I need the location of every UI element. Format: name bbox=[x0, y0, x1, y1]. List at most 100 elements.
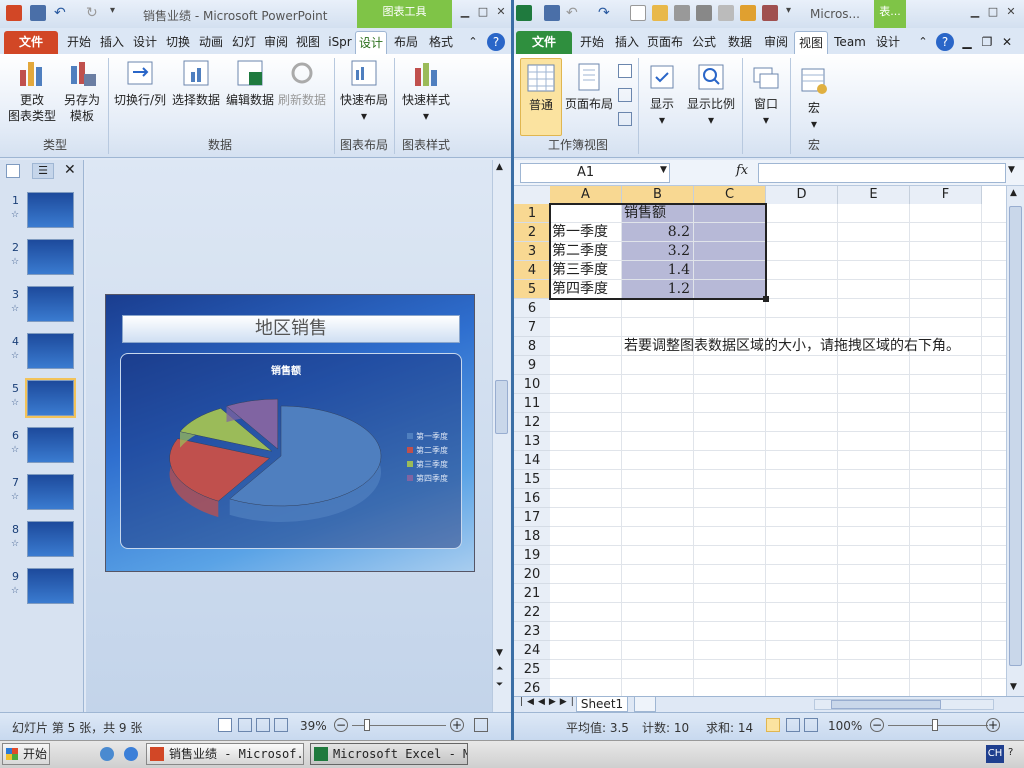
scrollbar-thumb[interactable] bbox=[1009, 206, 1022, 666]
qat-customize-icon[interactable]: ▾ bbox=[110, 5, 126, 21]
refresh-data-button[interactable]: 刷新数据 bbox=[276, 58, 328, 108]
redo-icon[interactable]: ↷ bbox=[598, 5, 614, 21]
tab-ispring[interactable]: iSpr bbox=[325, 31, 355, 54]
save-icon[interactable] bbox=[544, 5, 560, 21]
scrollbar-thumb[interactable] bbox=[495, 380, 508, 434]
quick-layout-button[interactable]: 快速布局 ▾ bbox=[338, 58, 390, 124]
insert-function-icon[interactable]: fx bbox=[736, 163, 748, 178]
close-icon[interactable]: ✕ bbox=[1004, 6, 1018, 18]
minimize-icon[interactable]: ▁ bbox=[458, 6, 472, 18]
tab-transitions[interactable]: 切换 bbox=[163, 31, 193, 54]
row-header[interactable]: 14 bbox=[514, 451, 550, 470]
select-data-button[interactable]: 选择数据 bbox=[170, 58, 222, 108]
tab-review[interactable]: 审阅 bbox=[261, 31, 291, 54]
expand-formula-bar-icon[interactable]: ▼ bbox=[1008, 165, 1015, 175]
quick-style-button[interactable]: 快速样式 ▾ bbox=[398, 58, 454, 124]
row-header[interactable]: 13 bbox=[514, 432, 550, 451]
page-layout-view-button[interactable]: 页面布局 bbox=[564, 58, 614, 112]
tab-slideshow[interactable]: 幻灯 bbox=[229, 31, 259, 54]
undo-icon[interactable]: ↶ bbox=[566, 5, 582, 21]
tab-formulas[interactable]: 公式 bbox=[688, 31, 720, 54]
previous-slide-icon[interactable]: ⏶ bbox=[496, 664, 503, 674]
switch-row-column-button[interactable]: 切换行/列 bbox=[112, 58, 168, 108]
save-as-template-button[interactable]: 另存为 模板 bbox=[60, 58, 104, 124]
zoom-button[interactable]: 显示比例 ▾ bbox=[684, 58, 738, 128]
tab-view[interactable]: 视图 bbox=[794, 31, 828, 54]
ie-icon[interactable] bbox=[124, 747, 138, 761]
row-header[interactable]: 23 bbox=[514, 622, 550, 641]
scroll-up-icon[interactable]: ▲ bbox=[1010, 188, 1017, 198]
scroll-down-icon[interactable]: ▼ bbox=[1010, 682, 1017, 692]
tab-design[interactable]: 设计 bbox=[130, 31, 160, 54]
tab-file[interactable]: 文件 bbox=[516, 31, 572, 54]
undo-icon[interactable]: ↶ bbox=[54, 5, 70, 21]
reading-view-icon[interactable] bbox=[256, 718, 270, 732]
select-all-corner[interactable] bbox=[514, 186, 550, 204]
help-icon[interactable]: ? bbox=[487, 33, 505, 51]
row-header[interactable]: 1 bbox=[514, 204, 550, 223]
zoom-out-icon[interactable]: − bbox=[870, 718, 884, 732]
horizontal-scrollbar-thumb[interactable] bbox=[831, 700, 941, 709]
column-header[interactable]: F bbox=[910, 186, 982, 204]
name-box[interactable]: A1 bbox=[520, 163, 670, 183]
row-header[interactable]: 16 bbox=[514, 489, 550, 508]
workbook-close-icon[interactable]: ✕ bbox=[1000, 31, 1014, 54]
tab-review[interactable]: 审阅 bbox=[760, 31, 792, 54]
tab-animations[interactable]: 动画 bbox=[196, 31, 226, 54]
macro-icon[interactable] bbox=[762, 5, 778, 21]
minimize-icon[interactable]: ▁ bbox=[968, 6, 982, 18]
name-box-dropdown-icon[interactable]: ▼ bbox=[660, 165, 667, 175]
chart-icon[interactable] bbox=[740, 5, 756, 21]
slide-thumbnail[interactable] bbox=[27, 568, 74, 604]
tab-home[interactable]: 开始 bbox=[576, 31, 608, 54]
row-header[interactable]: 10 bbox=[514, 375, 550, 394]
quick-launch-icon[interactable] bbox=[100, 747, 114, 761]
slides-tab-icon[interactable] bbox=[6, 164, 20, 178]
print-preview-icon[interactable] bbox=[674, 5, 690, 21]
tab-page-layout[interactable]: 页面布 bbox=[646, 31, 684, 54]
row-header[interactable]: 8 bbox=[514, 337, 550, 356]
chart-frame[interactable]: 销售额 第一季度 第二季度 第三季度 第四季度 bbox=[120, 353, 462, 549]
page-layout-status-icon[interactable] bbox=[786, 718, 800, 732]
fit-to-window-icon[interactable] bbox=[474, 718, 488, 732]
column-header[interactable]: B bbox=[622, 186, 694, 204]
change-chart-type-button[interactable]: 更改 图表类型 bbox=[6, 58, 58, 124]
slideshow-icon[interactable] bbox=[274, 718, 288, 732]
pie-chart[interactable] bbox=[131, 376, 401, 536]
zoom-slider-thumb[interactable] bbox=[932, 719, 938, 731]
formula-input[interactable] bbox=[758, 163, 1006, 183]
row-header[interactable]: 21 bbox=[514, 584, 550, 603]
slide-thumbnail[interactable] bbox=[27, 427, 74, 463]
qat-customize-icon[interactable]: ▾ bbox=[786, 5, 802, 21]
macros-button[interactable]: 宏 ▾ bbox=[794, 58, 834, 132]
collapse-ribbon-icon[interactable]: ⌃ bbox=[465, 31, 481, 54]
tab-file[interactable]: 文件 bbox=[4, 31, 58, 54]
tab-team[interactable]: Team bbox=[832, 31, 868, 54]
close-pane-icon[interactable]: ✕ bbox=[64, 162, 76, 178]
zoom-level[interactable]: 100% bbox=[828, 719, 862, 733]
row-header[interactable]: 4 bbox=[514, 261, 550, 280]
ime-indicator[interactable]: CH bbox=[986, 745, 1004, 763]
column-header[interactable]: E bbox=[838, 186, 910, 204]
tab-chart-format[interactable]: 格式 bbox=[425, 31, 457, 54]
row-header[interactable]: 6 bbox=[514, 299, 550, 318]
row-header[interactable]: 24 bbox=[514, 641, 550, 660]
taskbar-item-powerpoint[interactable]: 销售业绩 - Microsof... bbox=[146, 743, 304, 765]
normal-view-button[interactable]: 普通 bbox=[520, 58, 562, 136]
workbook-restore-icon[interactable]: ❐ bbox=[980, 31, 994, 54]
row-header[interactable]: 2 bbox=[514, 223, 550, 242]
page-break-preview-icon[interactable] bbox=[618, 64, 632, 78]
column-header[interactable]: C bbox=[694, 186, 766, 204]
tab-insert[interactable]: 插入 bbox=[611, 31, 643, 54]
tab-chart-layout[interactable]: 布局 bbox=[391, 31, 421, 54]
new-icon[interactable] bbox=[630, 5, 646, 21]
scroll-down-icon[interactable]: ▼ bbox=[496, 648, 503, 658]
row-header[interactable]: 9 bbox=[514, 356, 550, 375]
row-header[interactable]: 5 bbox=[514, 280, 550, 299]
row-header[interactable]: 18 bbox=[514, 527, 550, 546]
slide-canvas[interactable]: 地区销售 销售额 第一季度 第二季度 第三季度 第四季度 bbox=[105, 294, 475, 572]
scroll-up-icon[interactable]: ▲ bbox=[496, 162, 503, 172]
preview-icon[interactable] bbox=[718, 5, 734, 21]
row-header[interactable]: 26 bbox=[514, 679, 550, 696]
close-icon[interactable]: ✕ bbox=[494, 6, 508, 18]
